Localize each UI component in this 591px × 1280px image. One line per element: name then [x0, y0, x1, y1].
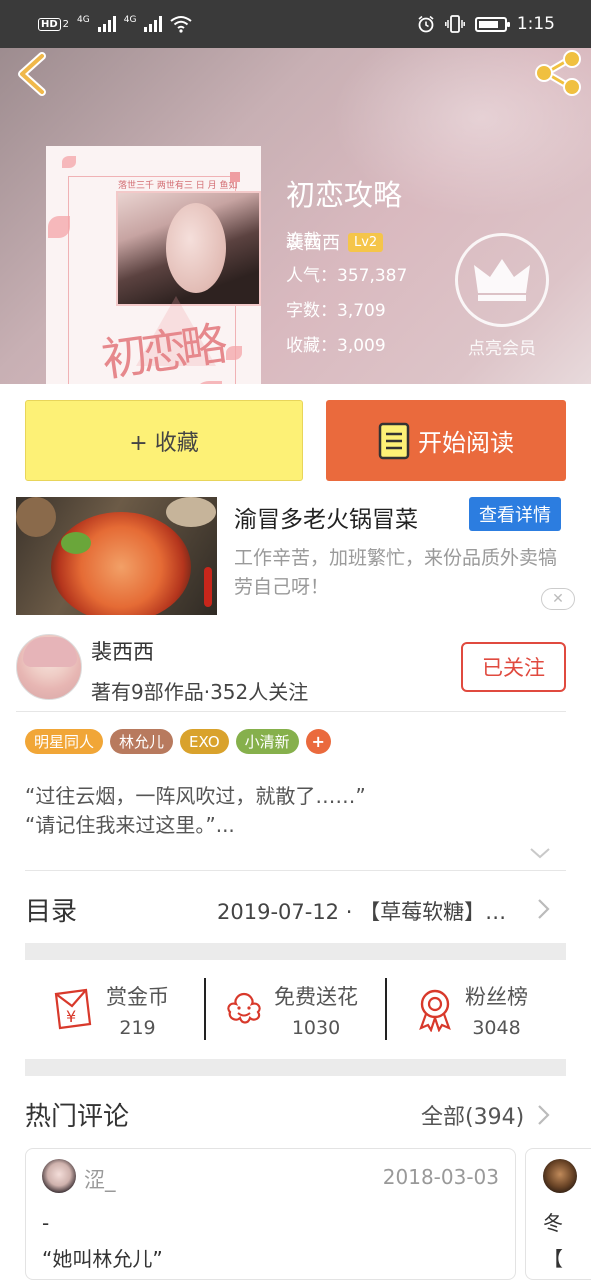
popularity: 人气：357,387 [286, 266, 408, 286]
cover-caption: 落世三千 两世有三 日 月 鱼如 [118, 181, 238, 191]
tag-list: 明星同人 林允儿 EXO 小清新 + [25, 729, 331, 754]
hot-comments-label: 热门评论 [25, 1102, 130, 1132]
cover-petal [226, 346, 242, 360]
all-comments-link[interactable]: 全部(394) [421, 1099, 524, 1131]
collection-count: 收藏：3,009 [286, 336, 386, 356]
chevron-down-icon[interactable] [528, 844, 552, 862]
book-detail-content: + 收藏 开始阅读 渝冒多老火锅冒菜 查看详情 工作辛苦，加班繁忙，来份品质外卖… [0, 384, 591, 1280]
gift-count: 1030 [291, 1017, 341, 1039]
start-reading-label: 开始阅读 [418, 429, 514, 457]
start-reading-button[interactable]: 开始阅读 [326, 400, 566, 481]
ad-description[interactable]: 工作辛苦，加班繁忙，来份品质外卖犒劳自己呀！ [234, 544, 564, 602]
wifi-icon [170, 16, 193, 33]
comment-line: “她叫林允儿” [42, 1247, 163, 1271]
cover-petal [62, 156, 76, 168]
comment-line: 【 [543, 1247, 563, 1271]
network-label-2: 4G [123, 15, 137, 25]
gift-count: 219 [119, 1017, 156, 1039]
ad-image[interactable] [16, 497, 217, 615]
author-card-name[interactable]: 裴西西 [91, 636, 154, 666]
vip-label[interactable]: 点亮会员 [452, 334, 552, 359]
status-bar-left: HD 2 4G 4G [38, 15, 193, 33]
comment-text: - “她叫林允儿” [42, 1205, 163, 1277]
commenter-name[interactable]: 涩_ [84, 1164, 116, 1194]
book-intro[interactable]: “过往云烟，一阵风吹过，就散了……” “请记住我来过这里。”... [25, 782, 366, 840]
status-bar-right: 1:15 [417, 14, 555, 34]
gift-fans-rank[interactable]: 粉丝榜 3048 [415, 978, 528, 1042]
network-label-1: 4G [77, 15, 90, 25]
section-band [25, 1059, 566, 1076]
crown-icon [474, 259, 530, 301]
book-header: 落世三千 两世有三 日 月 鱼如 初恋略 初恋攻略 裴西西 Lv2 连载 人气：… [0, 48, 591, 384]
book-title: 初恋攻略 [286, 178, 403, 212]
alarm-icon [418, 15, 434, 33]
catalog-row[interactable]: 目录 2019-07-12 · 【草莓软糖】… [0, 869, 591, 943]
signal-icon [97, 16, 116, 32]
commenter-avatar[interactable] [543, 1159, 577, 1193]
author-avatar[interactable] [16, 634, 82, 700]
latest-chapter: 2019-07-12 · 【草莓软糖】… [217, 900, 507, 924]
gift-name: 赏金币 [106, 985, 169, 1009]
flower-icon [227, 992, 261, 1024]
chevron-right-icon [538, 899, 550, 919]
chevron-right-icon[interactable] [536, 1103, 552, 1127]
comment-date: 2018-03-03 [382, 1165, 499, 1189]
vip-crown-button[interactable] [455, 233, 549, 327]
word-count: 字数：3,709 [286, 301, 386, 321]
intro-line: “过往云烟，一阵风吹过，就散了……” [25, 784, 366, 808]
tag-item[interactable]: 明星同人 [25, 729, 104, 754]
ad-close-button[interactable]: ✕ [541, 588, 575, 610]
collect-button[interactable]: + 收藏 [25, 400, 303, 481]
tag-item[interactable]: 小清新 [235, 729, 299, 754]
section-band [25, 943, 566, 960]
hd-indicator: HD [38, 17, 61, 31]
gift-name: 粉丝榜 [465, 985, 528, 1009]
add-tag-button[interactable]: + [305, 729, 331, 754]
vibrate-icon [444, 15, 465, 33]
status-bar: HD 2 4G 4G 1:15 [0, 0, 591, 48]
cover-square [230, 172, 240, 182]
comment-card[interactable]: 冬 【 [525, 1148, 591, 1280]
follow-button[interactable]: 已关注 [461, 642, 566, 692]
comment-line: 冬 [543, 1211, 563, 1235]
intro-line: “请记住我来过这里。”... [25, 813, 235, 837]
divider [16, 711, 566, 712]
tag-item[interactable]: 林允儿 [110, 729, 174, 754]
back-icon[interactable] [14, 52, 50, 96]
sim-indicator: 2 [62, 18, 70, 30]
gift-coins[interactable]: ¥ 赏金币 219 [52, 978, 169, 1042]
cover-petal [48, 216, 70, 238]
svg-text:¥: ¥ [66, 1007, 76, 1026]
gift-flowers[interactable]: 免费送花 1030 [224, 978, 358, 1042]
commenter-avatar[interactable] [42, 1159, 76, 1193]
level-badge: Lv2 [348, 232, 384, 252]
book-cover[interactable]: 落世三千 两世有三 日 月 鱼如 初恋略 [46, 146, 261, 384]
red-envelope-icon: ¥ [54, 988, 92, 1030]
gift-name: 免费送花 [274, 985, 358, 1009]
book-icon [378, 422, 410, 459]
comment-text: 冬 【 [543, 1205, 563, 1277]
gift-count: 3048 [472, 1017, 521, 1039]
ad-detail-button[interactable]: 查看详情 [469, 497, 561, 531]
separator [385, 978, 387, 1040]
ad-title[interactable]: 渝冒多老火锅冒菜 [234, 500, 418, 534]
comment-line: - [42, 1211, 50, 1235]
share-icon[interactable] [534, 50, 582, 96]
author-card-subtitle: 著有9部作品·352人关注 [91, 680, 309, 704]
cover-photo [116, 191, 261, 306]
tag-item[interactable]: EXO [180, 729, 229, 754]
catalog-label: 目录 [25, 897, 78, 927]
battery-icon [474, 16, 510, 32]
comment-card[interactable]: 涩_ 2018-03-03 - “她叫林允儿” [25, 1148, 516, 1280]
serial-status: 连载 [286, 231, 320, 251]
clock: 1:15 [516, 14, 555, 34]
separator [204, 978, 206, 1040]
signal-icon-2 [144, 16, 163, 32]
medal-icon [419, 989, 451, 1032]
